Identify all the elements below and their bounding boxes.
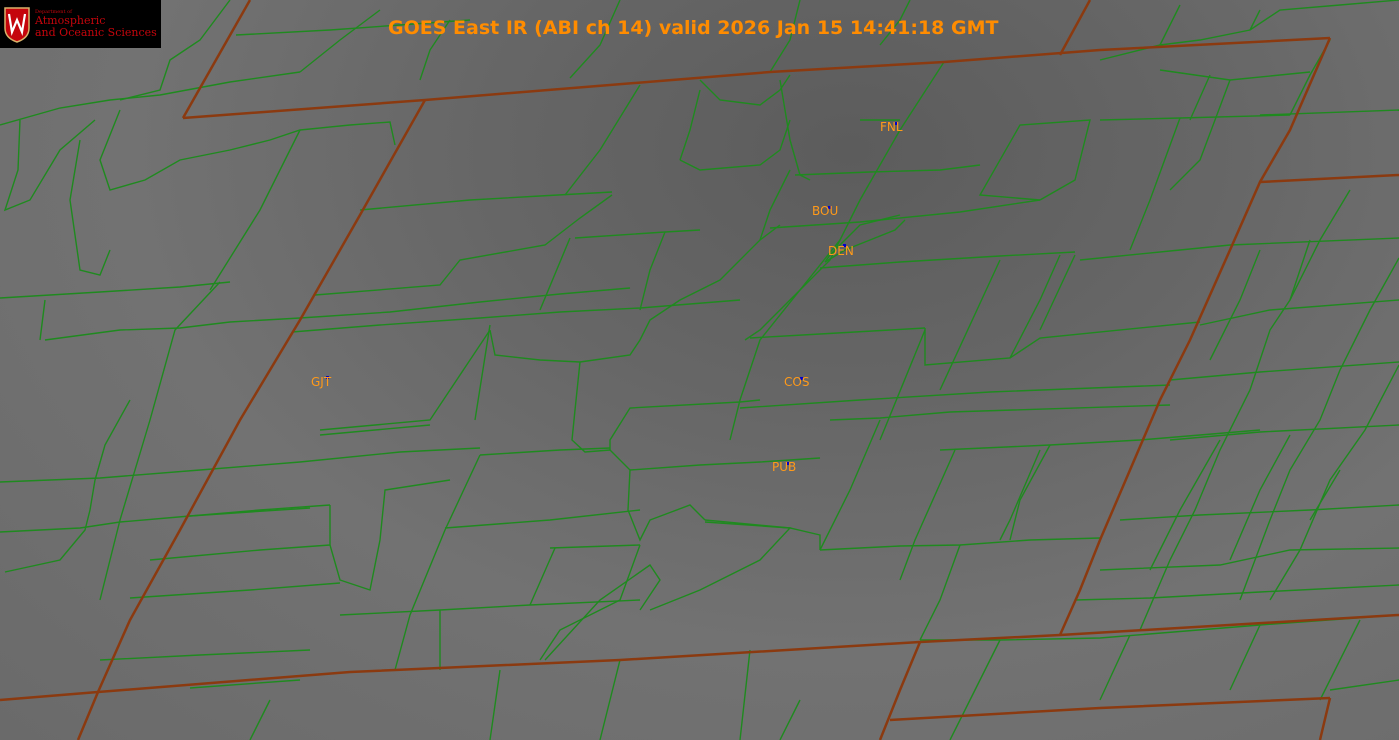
state-borders (0, 0, 1399, 740)
station-label-den: DEN (828, 244, 854, 258)
logo-text: Department of Atmospheric and Oceanic Sc… (35, 9, 157, 39)
image-title: GOES East IR (ABI ch 14) valid 2026 Jan … (388, 17, 999, 39)
station-label-cos: COS (784, 375, 810, 389)
logo-line-1: Atmospheric (35, 14, 106, 28)
logo-line-2: and Oceanic Sciences (35, 25, 157, 39)
uw-crest-icon (4, 7, 30, 43)
station-label-pub: PUB (772, 460, 797, 474)
station-label-fnl: FNL (880, 120, 903, 134)
station-label-gjt: GJT (311, 375, 332, 389)
county-boundaries (0, 0, 1399, 740)
station-markers (326, 122, 898, 465)
satellite-map: Department of Atmospheric and Oceanic Sc… (0, 0, 1399, 740)
map-overlay (0, 0, 1399, 740)
station-label-bou: BOU (812, 204, 839, 218)
uw-aos-logo[interactable]: Department of Atmospheric and Oceanic Sc… (0, 0, 161, 48)
